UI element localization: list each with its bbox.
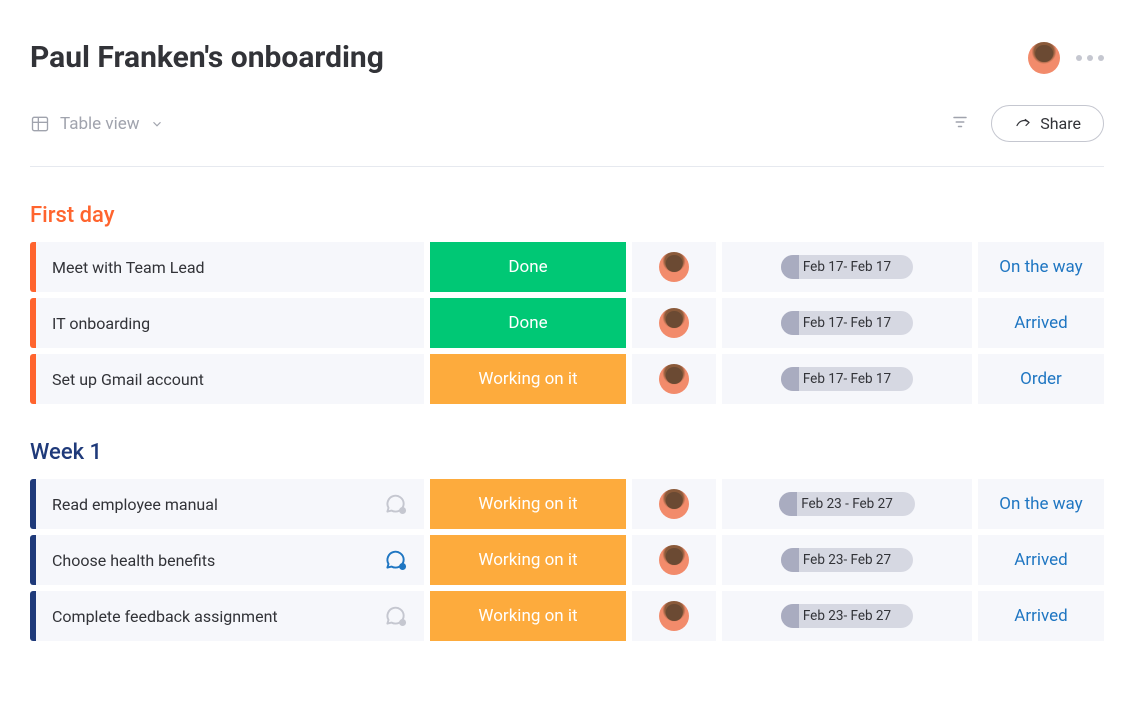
table-row: Set up Gmail account Working on it Feb 1… bbox=[30, 354, 1104, 404]
task-name: Complete feedback assignment bbox=[52, 607, 278, 626]
timeline-text: Feb 17- Feb 17 bbox=[803, 259, 891, 275]
chevron-down-icon bbox=[150, 117, 164, 131]
board-body: First day Meet with Team Lead Done Feb 1… bbox=[30, 203, 1104, 641]
status-label: Done bbox=[508, 313, 547, 333]
person-cell[interactable] bbox=[632, 354, 716, 404]
action-cell[interactable]: Arrived bbox=[978, 298, 1104, 348]
task-name: Choose health benefits bbox=[52, 551, 215, 570]
toolbar-right: Share bbox=[951, 105, 1104, 142]
timeline-pill: Feb 23- Feb 27 bbox=[781, 604, 913, 628]
action-label: Arrived bbox=[1014, 550, 1067, 570]
view-label: Table view bbox=[60, 114, 140, 134]
action-cell[interactable]: Arrived bbox=[978, 535, 1104, 585]
group-title[interactable]: First day bbox=[30, 203, 1104, 228]
assignee-avatar[interactable] bbox=[659, 601, 689, 631]
status-cell[interactable]: Done bbox=[430, 298, 626, 348]
task-cell[interactable]: Complete feedback assignment bbox=[36, 591, 424, 641]
conversation-icon[interactable] bbox=[382, 491, 408, 517]
timeline-text: Feb 23- Feb 27 bbox=[803, 608, 891, 624]
task-name: Set up Gmail account bbox=[52, 370, 204, 389]
action-label: Order bbox=[1020, 369, 1062, 389]
share-icon bbox=[1014, 115, 1032, 133]
status-cell[interactable]: Done bbox=[430, 242, 626, 292]
action-label: On the way bbox=[999, 494, 1082, 514]
timeline-pill: Feb 23- Feb 27 bbox=[781, 548, 913, 572]
task-name: Read employee manual bbox=[52, 495, 218, 514]
timeline-cell[interactable]: Feb 17- Feb 17 bbox=[722, 242, 972, 292]
share-label: Share bbox=[1040, 114, 1081, 133]
header-actions bbox=[1028, 42, 1104, 74]
table-row: Meet with Team Lead Done Feb 17- Feb 17 … bbox=[30, 242, 1104, 292]
status-cell[interactable]: Working on it bbox=[430, 354, 626, 404]
task-cell[interactable]: Choose health benefits bbox=[36, 535, 424, 585]
action-label: Arrived bbox=[1014, 313, 1067, 333]
group-week-1: Week 1 Read employee manual Working on i… bbox=[30, 440, 1104, 641]
timeline-text: Feb 23 - Feb 27 bbox=[801, 496, 893, 512]
timeline-pill: Feb 23 - Feb 27 bbox=[779, 492, 915, 516]
filter-button[interactable] bbox=[951, 113, 969, 135]
user-avatar[interactable] bbox=[1028, 42, 1060, 74]
assignee-avatar[interactable] bbox=[659, 364, 689, 394]
action-cell[interactable]: Order bbox=[978, 354, 1104, 404]
share-button[interactable]: Share bbox=[991, 105, 1104, 142]
action-label: Arrived bbox=[1014, 606, 1067, 626]
status-label: Working on it bbox=[478, 369, 577, 389]
page-header: Paul Franken's onboarding bbox=[30, 40, 1104, 75]
group-title[interactable]: Week 1 bbox=[30, 440, 1104, 465]
timeline-pill: Feb 17- Feb 17 bbox=[781, 367, 913, 391]
person-cell[interactable] bbox=[632, 535, 716, 585]
timeline-text: Feb 17- Feb 17 bbox=[803, 315, 891, 331]
conversation-icon[interactable] bbox=[382, 603, 408, 629]
table-icon bbox=[30, 114, 50, 134]
person-cell[interactable] bbox=[632, 242, 716, 292]
conversation-icon[interactable] bbox=[382, 547, 408, 573]
assignee-avatar[interactable] bbox=[659, 489, 689, 519]
assignee-avatar[interactable] bbox=[659, 252, 689, 282]
page-title: Paul Franken's onboarding bbox=[30, 40, 384, 75]
timeline-text: Feb 17- Feb 17 bbox=[803, 371, 891, 387]
task-name: IT onboarding bbox=[52, 314, 150, 333]
status-label: Working on it bbox=[478, 606, 577, 626]
table-row: Read employee manual Working on it Feb 2… bbox=[30, 479, 1104, 529]
timeline-cell[interactable]: Feb 23 - Feb 27 bbox=[722, 479, 972, 529]
status-label: Working on it bbox=[478, 550, 577, 570]
assignee-avatar[interactable] bbox=[659, 545, 689, 575]
timeline-cell[interactable]: Feb 17- Feb 17 bbox=[722, 298, 972, 348]
task-name: Meet with Team Lead bbox=[52, 258, 205, 277]
action-cell[interactable]: Arrived bbox=[978, 591, 1104, 641]
status-label: Done bbox=[508, 257, 547, 277]
group-first-day: First day Meet with Team Lead Done Feb 1… bbox=[30, 203, 1104, 404]
table-row: IT onboarding Done Feb 17- Feb 17 Arrive… bbox=[30, 298, 1104, 348]
task-cell[interactable]: Set up Gmail account bbox=[36, 354, 424, 404]
more-menu-button[interactable] bbox=[1076, 55, 1104, 61]
timeline-pill: Feb 17- Feb 17 bbox=[781, 311, 913, 335]
timeline-text: Feb 23- Feb 27 bbox=[803, 552, 891, 568]
timeline-cell[interactable]: Feb 23- Feb 27 bbox=[722, 591, 972, 641]
status-label: Working on it bbox=[478, 494, 577, 514]
status-cell[interactable]: Working on it bbox=[430, 591, 626, 641]
task-cell[interactable]: Read employee manual bbox=[36, 479, 424, 529]
person-cell[interactable] bbox=[632, 591, 716, 641]
toolbar: Table view Share bbox=[30, 105, 1104, 167]
view-switcher[interactable]: Table view bbox=[30, 114, 164, 134]
status-cell[interactable]: Working on it bbox=[430, 479, 626, 529]
person-cell[interactable] bbox=[632, 298, 716, 348]
task-cell[interactable]: Meet with Team Lead bbox=[36, 242, 424, 292]
status-cell[interactable]: Working on it bbox=[430, 535, 626, 585]
timeline-pill: Feb 17- Feb 17 bbox=[781, 255, 913, 279]
task-cell[interactable]: IT onboarding bbox=[36, 298, 424, 348]
table-row: Complete feedback assignment Working on … bbox=[30, 591, 1104, 641]
person-cell[interactable] bbox=[632, 479, 716, 529]
action-label: On the way bbox=[999, 257, 1082, 277]
timeline-cell[interactable]: Feb 17- Feb 17 bbox=[722, 354, 972, 404]
table-row: Choose health benefits Working on it Feb… bbox=[30, 535, 1104, 585]
timeline-cell[interactable]: Feb 23- Feb 27 bbox=[722, 535, 972, 585]
assignee-avatar[interactable] bbox=[659, 308, 689, 338]
action-cell[interactable]: On the way bbox=[978, 242, 1104, 292]
action-cell[interactable]: On the way bbox=[978, 479, 1104, 529]
